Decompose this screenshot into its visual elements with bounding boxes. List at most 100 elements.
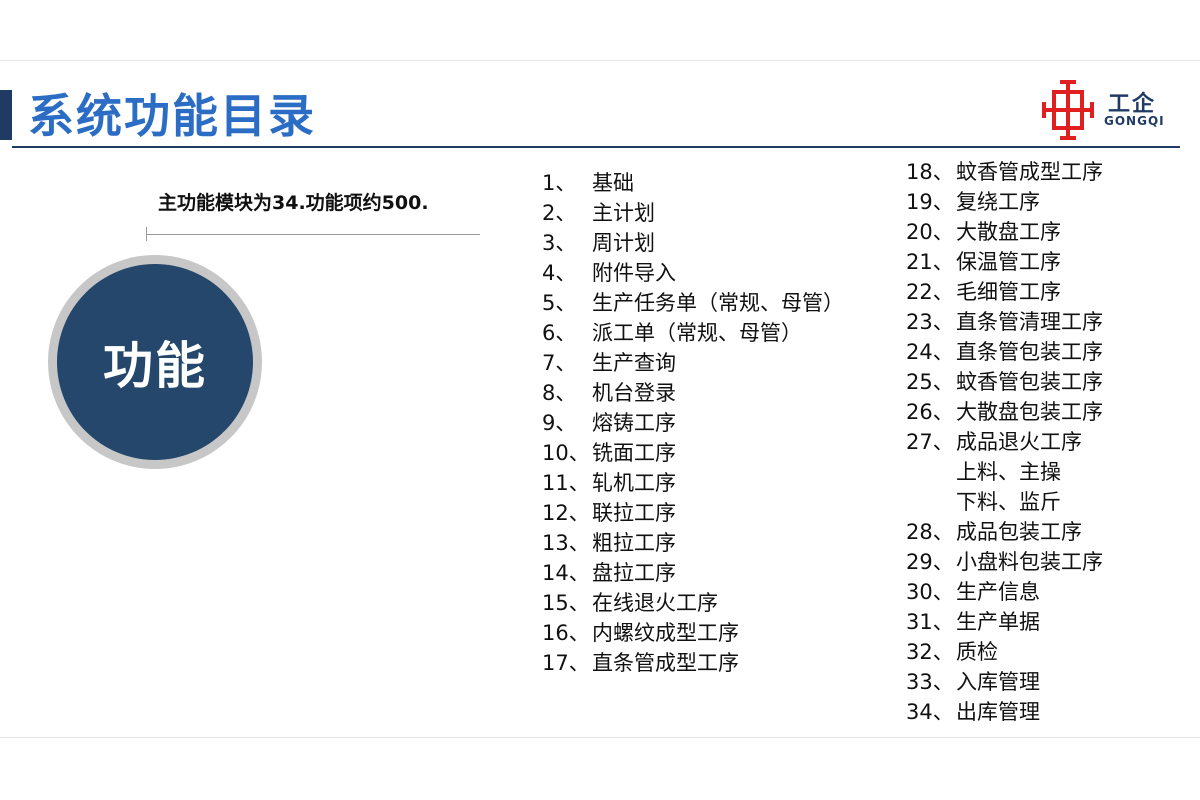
module-label: 基础: [592, 171, 634, 195]
module-label: 成品退火工序: [956, 430, 1082, 454]
module-number: 19、: [906, 190, 954, 214]
module-item: 19、 复绕工序: [906, 187, 1103, 217]
module-item: 6、 派工单（常规、母管）: [542, 318, 844, 348]
module-number: 23、: [906, 310, 954, 334]
module-label: 盘拉工序: [592, 561, 676, 585]
module-label: 质检: [956, 640, 998, 664]
module-label: 大散盘工序: [956, 220, 1061, 244]
module-number: 14、: [542, 561, 590, 585]
module-label: 直条管成型工序: [592, 651, 739, 675]
module-label: 复绕工序: [956, 190, 1040, 214]
module-number: 26、: [906, 400, 954, 424]
module-item: 17、 直条管成型工序: [542, 648, 844, 678]
module-number: 30、: [906, 580, 954, 604]
module-number: 4、: [542, 261, 577, 285]
module-label: 毛细管工序: [956, 280, 1061, 304]
module-number: 10、: [542, 441, 590, 465]
module-label: 轧机工序: [592, 471, 676, 495]
module-item: 33、 入库管理: [906, 667, 1103, 697]
summary-underline: [146, 234, 480, 235]
module-item: 1、 基础: [542, 168, 844, 198]
module-label: 铣面工序: [592, 441, 676, 465]
module-item: 2、 主计划: [542, 198, 844, 228]
module-item: 18、 蚊香管成型工序: [906, 157, 1103, 187]
module-item: 23、 直条管清理工序: [906, 307, 1103, 337]
module-item: 4、 附件导入: [542, 258, 844, 288]
module-number: 24、: [906, 340, 954, 364]
module-number: 5、: [542, 291, 577, 315]
module-item: 31、 生产单据: [906, 607, 1103, 637]
module-number: 29、: [906, 550, 954, 574]
summary-text: 主功能模块为34.功能项约500.: [158, 192, 429, 214]
function-badge-label: 功能: [103, 337, 207, 395]
module-label: 在线退火工序: [592, 591, 718, 615]
module-label: 入库管理: [956, 670, 1040, 694]
title-divider: [12, 146, 1180, 148]
module-number: 1、: [542, 171, 577, 195]
module-number: 6、: [542, 321, 577, 345]
module-item: 30、 生产信息: [906, 577, 1103, 607]
module-label: 上料、主操: [956, 460, 1061, 484]
title-accent-bar: [0, 90, 12, 140]
module-number: 34、: [906, 700, 954, 724]
module-number: 18、: [906, 160, 954, 184]
module-item: 24、 直条管包装工序: [906, 337, 1103, 367]
module-list-left: 1、 基础 2、 主计划 3、 周计划 4、 附件导入 5、 生产任务单（常规、母管） 6、 派工单（…: [542, 168, 844, 678]
module-number: 13、: [542, 531, 590, 555]
module-item: 32、 质检: [906, 637, 1103, 667]
module-item: 9、 熔铸工序: [542, 408, 844, 438]
module-label: 下料、监斤: [956, 490, 1061, 514]
module-number: 8、: [542, 381, 577, 405]
module-number: 3、: [542, 231, 577, 255]
module-item: 13、 粗拉工序: [542, 528, 844, 558]
module-item: 上料、主操: [906, 457, 1103, 487]
module-label: 联拉工序: [592, 501, 676, 525]
module-number: 32、: [906, 640, 954, 664]
module-item: 3、 周计划: [542, 228, 844, 258]
module-label: 直条管包装工序: [956, 340, 1103, 364]
module-label: 生产任务单（常规、母管）: [592, 291, 844, 315]
module-number: 27、: [906, 430, 954, 454]
module-item: 26、 大散盘包装工序: [906, 397, 1103, 427]
module-item: 22、 毛细管工序: [906, 277, 1103, 307]
module-number: 33、: [906, 670, 954, 694]
module-number: 2、: [542, 201, 577, 225]
module-label: 生产单据: [956, 610, 1040, 634]
logo-text-en: GONGQI: [1104, 114, 1165, 128]
module-item: 16、 内螺纹成型工序: [542, 618, 844, 648]
module-number: 28、: [906, 520, 954, 544]
module-item: 20、 大散盘工序: [906, 217, 1103, 247]
module-item: 7、 生产查询: [542, 348, 844, 378]
function-badge: 功能: [48, 255, 262, 469]
module-number: 31、: [906, 610, 954, 634]
module-label: 派工单（常规、母管）: [592, 321, 802, 345]
page-title: 系统功能目录: [28, 89, 316, 143]
module-label: 粗拉工序: [592, 531, 676, 555]
module-number: 20、: [906, 220, 954, 244]
module-number: 15、: [542, 591, 590, 615]
module-item: 5、 生产任务单（常规、母管）: [542, 288, 844, 318]
module-label: 周计划: [592, 231, 655, 255]
module-item: 8、 机台登录: [542, 378, 844, 408]
module-item: 21、 保温管工序: [906, 247, 1103, 277]
module-item: 15、 在线退火工序: [542, 588, 844, 618]
module-label: 保温管工序: [956, 250, 1061, 274]
module-number: 9、: [542, 411, 577, 435]
module-label: 出库管理: [956, 700, 1040, 724]
module-number: 22、: [906, 280, 954, 304]
module-label: 生产查询: [592, 351, 676, 375]
module-item: 12、 联拉工序: [542, 498, 844, 528]
module-label: 蚊香管成型工序: [956, 160, 1103, 184]
module-item: 28、 成品包装工序: [906, 517, 1103, 547]
module-item: 29、 小盘料包装工序: [906, 547, 1103, 577]
module-number: 11、: [542, 471, 590, 495]
module-label: 生产信息: [956, 580, 1040, 604]
module-item: 10、 铣面工序: [542, 438, 844, 468]
module-number: 25、: [906, 370, 954, 394]
module-number: 17、: [542, 651, 590, 675]
module-label: 小盘料包装工序: [956, 550, 1103, 574]
module-item: 11、 轧机工序: [542, 468, 844, 498]
module-number: 21、: [906, 250, 954, 274]
module-label: 熔铸工序: [592, 411, 676, 435]
module-label: 蚊香管包装工序: [956, 370, 1103, 394]
